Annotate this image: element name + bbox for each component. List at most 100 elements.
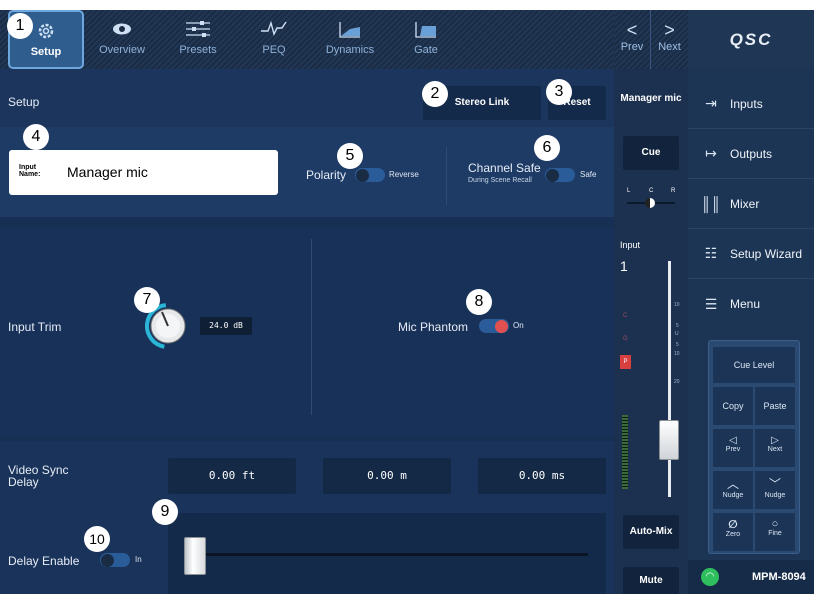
trim-phantom-row: Input Trim 24.0 dB Mic Phantom On bbox=[0, 227, 614, 437]
sidebar-item-inputs[interactable]: ⇥ Inputs bbox=[688, 79, 814, 129]
cue-level-button[interactable]: Cue Level bbox=[713, 347, 795, 383]
zero-icon: ∅ bbox=[728, 519, 738, 531]
fine-label: Fine bbox=[768, 530, 782, 537]
next-label: Next bbox=[767, 446, 783, 453]
paste-button[interactable]: Paste bbox=[755, 387, 795, 425]
tab-label: Dynamics bbox=[325, 44, 375, 56]
zero-button[interactable]: ∅ Zero bbox=[713, 513, 753, 551]
mute-button[interactable]: Mute bbox=[623, 567, 679, 594]
channel-safe-subtitle: During Scene Recall bbox=[468, 177, 532, 184]
zero-label: Zero bbox=[725, 531, 741, 538]
mixer-icon: ║║ bbox=[701, 195, 721, 212]
channel-safe-label: Channel Safe bbox=[468, 161, 541, 175]
peq-curve-icon bbox=[236, 18, 312, 40]
meter-g-label: G bbox=[623, 336, 628, 342]
gate-icon bbox=[388, 18, 464, 40]
pan-control[interactable]: L C R bbox=[623, 188, 679, 216]
tab-label: Presets bbox=[179, 44, 217, 56]
delay-enable-label: Delay Enable bbox=[8, 554, 80, 568]
scale-label: 10 bbox=[674, 351, 680, 357]
dynamics-icon bbox=[312, 18, 388, 40]
device-name: MPM-8094 bbox=[752, 571, 806, 583]
prev-nav-button[interactable]: ◁ Prev bbox=[713, 429, 753, 467]
cue-level-pad: Cue Level Copy Paste ◁ Prev ▷ Next ︿ Nud… bbox=[708, 340, 800, 554]
chevron-down-icon: ﹀ bbox=[768, 477, 781, 491]
mic-phantom-label: Mic Phantom bbox=[398, 320, 469, 334]
callout-marker: 6 bbox=[534, 135, 560, 161]
delay-feet-field[interactable]: 0.00 ft bbox=[168, 458, 296, 494]
polarity-toggle[interactable] bbox=[355, 168, 385, 182]
delay-slider-handle[interactable] bbox=[184, 537, 206, 575]
next-nav-button[interactable]: ▷ Next bbox=[755, 429, 795, 467]
callout-marker: 8 bbox=[466, 289, 492, 315]
fader-scale: 10 5 U 5 10 20 bbox=[642, 259, 682, 499]
next-channel-button[interactable]: > Next bbox=[651, 10, 688, 69]
scale-label: 20 bbox=[674, 379, 680, 385]
top-tab-bar: Setup Overview Presets PEQ Dynamics Gate bbox=[0, 10, 614, 69]
tab-overview[interactable]: Overview bbox=[84, 10, 160, 69]
cue-button[interactable]: Cue bbox=[623, 136, 679, 170]
sidebar-item-label: Mixer bbox=[730, 196, 760, 211]
input-trim-value: 24.0 dB bbox=[200, 317, 252, 335]
sidebar-item-label: Menu bbox=[730, 297, 761, 311]
scale-label: 5 bbox=[676, 342, 679, 348]
setup-panel: Setup Stereo Link Reset Input Name: Mana… bbox=[0, 69, 614, 594]
sliders-icon bbox=[160, 18, 236, 40]
tab-label: Gate bbox=[414, 44, 438, 56]
polarity-state: Reverse bbox=[389, 170, 419, 179]
video-sync-delay-label: Video Sync Delay bbox=[8, 463, 69, 489]
polarity-label: Polarity bbox=[306, 168, 347, 182]
nudge-label: Nudge bbox=[764, 492, 786, 499]
sidebar-item-label: Outputs bbox=[730, 146, 773, 161]
menu-icon: ☰ bbox=[704, 295, 718, 312]
name-row: Input Name: Manager mic Polarity Reverse… bbox=[0, 127, 614, 217]
delay-meters-field[interactable]: 0.00 m bbox=[323, 458, 451, 494]
sidebar-item-setup-wizard[interactable]: ☷ Setup Wizard bbox=[688, 229, 814, 279]
pan-knob[interactable] bbox=[645, 198, 655, 208]
callout-marker: 4 bbox=[23, 124, 49, 150]
nudge-down-button[interactable]: ﹀ Nudge bbox=[755, 471, 795, 509]
triangle-right-icon: ▷ bbox=[771, 435, 779, 446]
circle-icon: ○ bbox=[771, 518, 779, 530]
channel-name: Manager mic bbox=[620, 93, 682, 104]
prev-label: Prev bbox=[725, 446, 741, 453]
mic-phantom-toggle[interactable] bbox=[479, 319, 509, 333]
tab-label: PEQ bbox=[262, 44, 286, 56]
tab-dynamics[interactable]: Dynamics bbox=[312, 10, 388, 69]
next-label: Next bbox=[658, 41, 681, 53]
callout-marker: 7 bbox=[134, 287, 160, 313]
tab-presets[interactable]: Presets bbox=[160, 10, 236, 69]
prev-channel-button[interactable]: < Prev bbox=[614, 10, 651, 69]
chevron-left-icon: < bbox=[626, 20, 638, 40]
meter-peak-indicator: P bbox=[620, 355, 631, 369]
input-name-field[interactable]: Input Name: Manager mic bbox=[9, 150, 278, 195]
input-name-value: Manager mic bbox=[67, 164, 148, 180]
sidebar-item-mixer[interactable]: ║║ Mixer bbox=[688, 179, 814, 229]
page-title: Setup bbox=[8, 95, 40, 109]
triangle-left-icon: ◁ bbox=[729, 435, 737, 446]
chevron-right-icon: > bbox=[664, 20, 675, 40]
delay-enable-toggle[interactable] bbox=[100, 553, 130, 567]
tab-label: Setup bbox=[30, 46, 62, 58]
wizard-icon: ☷ bbox=[704, 245, 718, 261]
sidebar-item-menu[interactable]: ☰ Menu bbox=[688, 279, 814, 329]
delay-ms-field[interactable]: 0.00 ms bbox=[478, 458, 606, 494]
copy-button[interactable]: Copy bbox=[713, 387, 753, 425]
scale-label: 10 bbox=[674, 302, 680, 308]
brand-text: QSC bbox=[729, 29, 773, 49]
sidebar-item-outputs[interactable]: ↦ Outputs bbox=[688, 129, 814, 179]
fader-track bbox=[668, 261, 671, 497]
nudge-up-button[interactable]: ︿ Nudge bbox=[713, 471, 753, 509]
channel-strip: Manager mic Cue L C R Input 1 C G P 10 5… bbox=[614, 69, 688, 594]
callout-marker: 3 bbox=[546, 79, 572, 105]
channel-safe-toggle[interactable] bbox=[545, 168, 575, 182]
auto-mix-button[interactable]: Auto-Mix bbox=[623, 515, 679, 549]
tab-peq[interactable]: PEQ bbox=[236, 10, 312, 69]
input-number: 1 bbox=[620, 258, 628, 274]
tab-gate[interactable]: Gate bbox=[388, 10, 464, 69]
divider bbox=[311, 239, 312, 415]
fine-button[interactable]: ○ Fine bbox=[755, 513, 795, 551]
brand-logo: QSC bbox=[688, 10, 814, 69]
channel-safe-state: Safe bbox=[580, 170, 597, 179]
channel-fader-handle[interactable] bbox=[659, 420, 679, 460]
